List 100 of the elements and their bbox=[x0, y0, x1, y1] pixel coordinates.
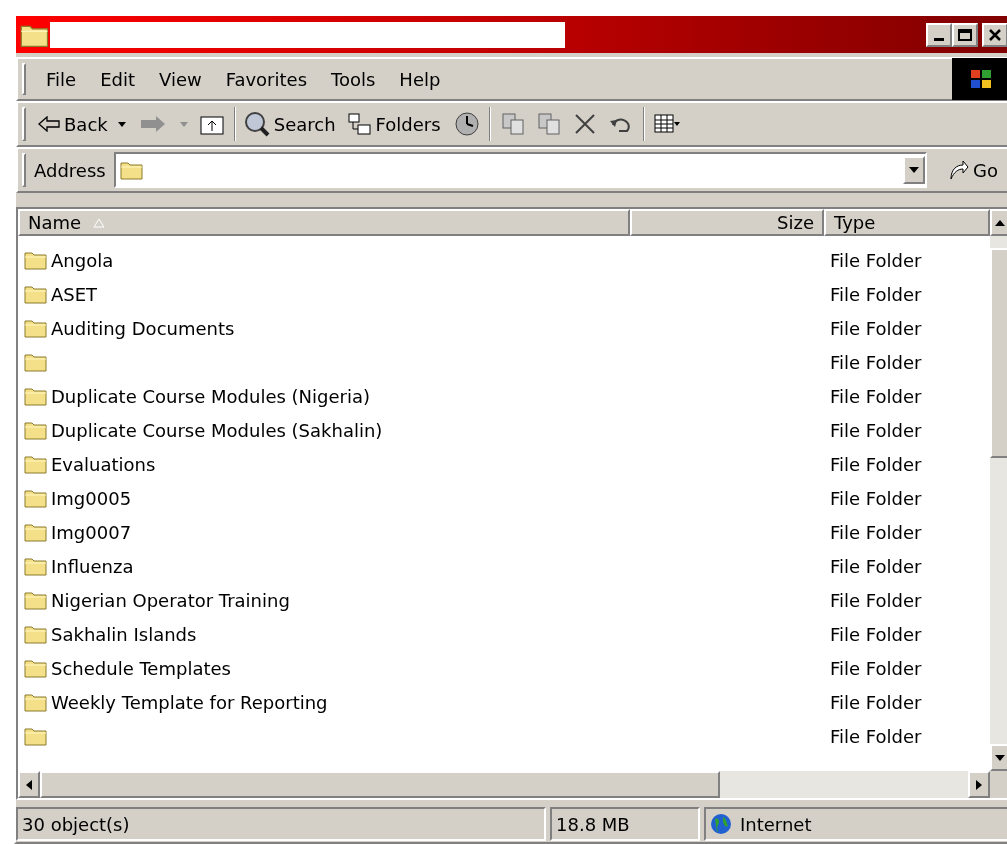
windows-logo bbox=[952, 58, 1007, 100]
file-type: File Folder bbox=[829, 486, 922, 511]
scrollbar-thumb[interactable] bbox=[990, 248, 1007, 458]
dropdown-caret-icon[interactable] bbox=[115, 120, 128, 128]
file-name: Duplicate Course Modules (Nigeria) bbox=[51, 384, 371, 409]
file-type: File Folder bbox=[829, 418, 922, 443]
object-count: 30 object(s) bbox=[16, 807, 546, 841]
file-name: Evaluations bbox=[51, 452, 156, 477]
minimize-button[interactable] bbox=[926, 22, 952, 47]
horizontal-scrollbar[interactable] bbox=[18, 771, 990, 798]
menu-item[interactable]: Favorites bbox=[213, 65, 319, 93]
vertical-scrollbar[interactable] bbox=[990, 209, 1007, 771]
folder-icon bbox=[24, 726, 48, 746]
address-dropdown-button[interactable] bbox=[903, 156, 926, 184]
address-label: Address bbox=[34, 158, 106, 183]
file-row[interactable]: File Folder bbox=[18, 719, 990, 753]
folder-icon bbox=[24, 488, 48, 508]
scroll-up-icon bbox=[995, 219, 1005, 226]
close-icon bbox=[988, 28, 1002, 41]
forward-arrow-icon[interactable] bbox=[139, 115, 166, 133]
close-button[interactable] bbox=[982, 22, 1007, 47]
search-button[interactable]: Search bbox=[239, 110, 340, 138]
column-header[interactable]: Name bbox=[18, 209, 630, 236]
folder-icon bbox=[24, 658, 48, 678]
file-row[interactable]: File Folder bbox=[18, 345, 990, 379]
file-type: File Folder bbox=[829, 554, 922, 579]
file-type: File Folder bbox=[829, 656, 922, 681]
folder-icon bbox=[24, 386, 48, 406]
file-type: File Folder bbox=[829, 452, 922, 477]
menu-item[interactable]: View bbox=[147, 65, 214, 93]
file-name: Duplicate Course Modules (Sakhalin) bbox=[51, 418, 383, 443]
scroll-left-icon bbox=[26, 779, 32, 790]
file-name: Auditing Documents bbox=[51, 316, 235, 341]
file-type: File Folder bbox=[829, 690, 922, 715]
toolbar-grip[interactable] bbox=[22, 63, 26, 95]
minimize-icon bbox=[934, 37, 944, 41]
file-row[interactable]: Influenza File Folder bbox=[18, 549, 990, 583]
scroll-down-icon bbox=[995, 754, 1005, 761]
file-row[interactable]: Sakhalin Islands File Folder bbox=[18, 617, 990, 651]
security-zone: Internet bbox=[740, 812, 812, 837]
file-row[interactable]: Duplicate Course Modules (Nigeria) File Folder bbox=[18, 379, 990, 413]
file-row[interactable]: Img0007 File Folder bbox=[18, 515, 990, 549]
back-button[interactable]: Back bbox=[34, 110, 112, 138]
file-type: File Folder bbox=[829, 316, 922, 341]
go-arrow-icon bbox=[947, 159, 970, 181]
folder-icon bbox=[24, 692, 48, 712]
sort-ascending-icon bbox=[93, 217, 106, 228]
folder-icon bbox=[24, 624, 48, 644]
folder-icon bbox=[24, 454, 48, 474]
file-row[interactable]: Img0005 File Folder bbox=[18, 481, 990, 515]
folder-icon bbox=[119, 159, 144, 181]
scrollbar-corner bbox=[990, 771, 1007, 798]
back-arrow-icon bbox=[38, 116, 60, 132]
go-button[interactable]: Go bbox=[947, 156, 998, 184]
menu-item[interactable]: Help bbox=[387, 65, 453, 93]
file-name: Angola bbox=[51, 248, 114, 273]
menu-item[interactable]: File bbox=[34, 65, 89, 93]
file-row[interactable]: Schedule Templates File Folder bbox=[18, 651, 990, 685]
file-row[interactable]: Nigerian Operator Training File Folder bbox=[18, 583, 990, 617]
total-size: 18.8 MB bbox=[550, 807, 700, 841]
file-name: Weekly Template for Reporting bbox=[51, 690, 328, 715]
toolbar-grip[interactable] bbox=[22, 107, 26, 141]
file-type: File Folder bbox=[829, 622, 922, 647]
file-name: Influenza bbox=[51, 554, 134, 579]
scrollbar-thumb[interactable] bbox=[40, 771, 720, 798]
file-row[interactable]: Evaluations File Folder bbox=[18, 447, 990, 481]
address-field[interactable] bbox=[113, 152, 928, 188]
folder-icon bbox=[24, 352, 48, 372]
file-name: ASET bbox=[51, 282, 98, 307]
folders-button[interactable]: Folders bbox=[339, 110, 449, 138]
file-row[interactable]: Duplicate Course Modules (Sakhalin) File Folder bbox=[18, 413, 990, 447]
folder-icon bbox=[24, 420, 48, 440]
folder-icon bbox=[24, 590, 48, 610]
menu-item[interactable]: Edit bbox=[88, 65, 147, 93]
file-row[interactable]: Auditing Documents File Folder bbox=[18, 311, 990, 345]
file-row[interactable]: Angola File Folder bbox=[18, 243, 990, 277]
file-type: File Folder bbox=[829, 350, 922, 375]
file-name: Img0005 bbox=[51, 486, 132, 511]
menu-item[interactable]: Tools bbox=[319, 65, 388, 93]
maximize-icon bbox=[958, 28, 972, 41]
file-type: File Folder bbox=[829, 248, 922, 273]
file-name: Sakhalin Islands bbox=[51, 622, 197, 647]
file-name: Schedule Templates bbox=[51, 656, 231, 681]
maximize-button[interactable] bbox=[952, 22, 978, 47]
file-type: File Folder bbox=[829, 384, 922, 409]
globe-icon bbox=[710, 813, 732, 835]
file-name: Img0007 bbox=[51, 520, 132, 545]
folder-icon bbox=[24, 522, 48, 542]
folder-icon bbox=[24, 556, 48, 576]
toolbar-grip[interactable] bbox=[22, 153, 26, 187]
folder-icon bbox=[24, 318, 48, 338]
folder-icon bbox=[24, 250, 48, 270]
file-row[interactable]: ASET File Folder bbox=[18, 277, 990, 311]
file-name: Nigerian Operator Training bbox=[51, 588, 290, 613]
column-header[interactable]: Size bbox=[630, 209, 824, 236]
column-header[interactable]: Type bbox=[824, 209, 990, 236]
file-row[interactable]: Weekly Template for Reporting File Folder bbox=[18, 685, 990, 719]
file-type: File Folder bbox=[829, 724, 922, 749]
folders-tree-icon bbox=[347, 113, 372, 135]
scroll-right-icon bbox=[976, 779, 982, 790]
